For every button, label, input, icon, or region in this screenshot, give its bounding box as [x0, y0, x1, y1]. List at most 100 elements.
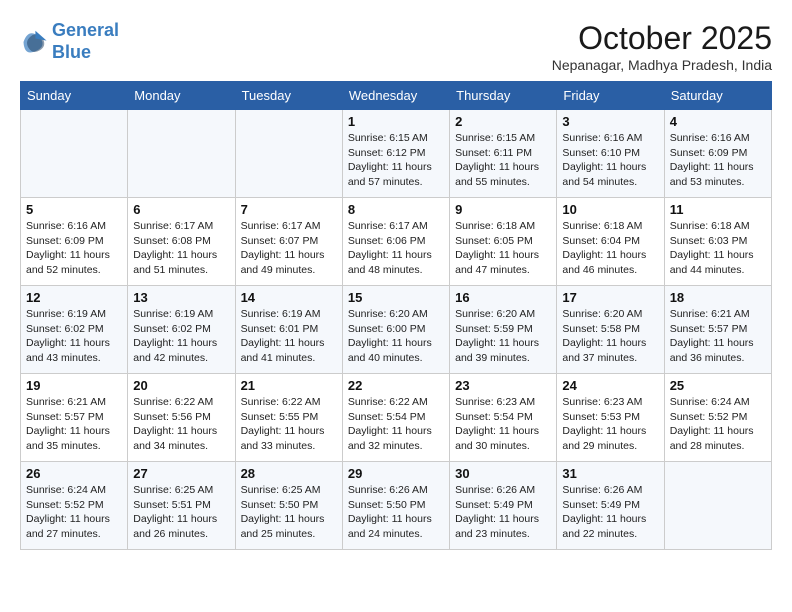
day-number: 1 [348, 114, 444, 129]
day-number: 4 [670, 114, 766, 129]
day-detail: Sunrise: 6:20 AM Sunset: 5:58 PM Dayligh… [562, 307, 658, 366]
day-cell: 27 Sunrise: 6:25 AM Sunset: 5:51 PM Dayli… [128, 462, 235, 550]
day-detail: Sunrise: 6:24 AM Sunset: 5:52 PM Dayligh… [26, 483, 122, 542]
column-header-friday: Friday [557, 82, 664, 110]
day-cell: 11 Sunrise: 6:18 AM Sunset: 6:03 PM Dayli… [664, 198, 771, 286]
day-number: 26 [26, 466, 122, 481]
day-detail: Sunrise: 6:17 AM Sunset: 6:06 PM Dayligh… [348, 219, 444, 278]
day-detail: Sunrise: 6:15 AM Sunset: 6:12 PM Dayligh… [348, 131, 444, 190]
week-row-3: 12Sunrise: 6:19 AM Sunset: 6:02 PM Dayli… [21, 286, 772, 374]
day-detail: Sunrise: 6:26 AM Sunset: 5:50 PM Dayligh… [348, 483, 444, 542]
day-cell: 28 Sunrise: 6:25 AM Sunset: 5:50 PM Dayli… [235, 462, 342, 550]
day-number: 16 [455, 290, 551, 305]
day-detail: Sunrise: 6:17 AM Sunset: 6:07 PM Dayligh… [241, 219, 337, 278]
day-cell: 16 Sunrise: 6:20 AM Sunset: 5:59 PM Dayli… [450, 286, 557, 374]
day-cell: 6Sunrise: 6:17 AM Sunset: 6:08 PM Daylig… [128, 198, 235, 286]
day-number: 21 [241, 378, 337, 393]
day-cell: 2 Sunrise: 6:15 AM Sunset: 6:11 PM Daylig… [450, 110, 557, 198]
day-cell: 12Sunrise: 6:19 AM Sunset: 6:02 PM Dayli… [21, 286, 128, 374]
day-detail: Sunrise: 6:22 AM Sunset: 5:54 PM Dayligh… [348, 395, 444, 454]
day-cell: 15Sunrise: 6:20 AM Sunset: 6:00 PM Dayli… [342, 286, 449, 374]
day-number: 29 [348, 466, 444, 481]
day-detail: Sunrise: 6:23 AM Sunset: 5:54 PM Dayligh… [455, 395, 551, 454]
calendar-body: 1 Sunrise: 6:15 AM Sunset: 6:12 PM Daylig… [21, 110, 772, 550]
day-detail: Sunrise: 6:18 AM Sunset: 6:05 PM Dayligh… [455, 219, 551, 278]
day-number: 28 [241, 466, 337, 481]
day-number: 19 [26, 378, 122, 393]
logo-general: General [52, 20, 119, 40]
page: General Blue October 2025 Nepanagar, Mad… [0, 0, 792, 560]
day-cell: 17 Sunrise: 6:20 AM Sunset: 5:58 PM Dayli… [557, 286, 664, 374]
day-detail: Sunrise: 6:19 AM Sunset: 6:02 PM Dayligh… [133, 307, 229, 366]
day-number: 11 [670, 202, 766, 217]
day-cell: 14Sunrise: 6:19 AM Sunset: 6:01 PM Dayli… [235, 286, 342, 374]
day-detail: Sunrise: 6:19 AM Sunset: 6:01 PM Dayligh… [241, 307, 337, 366]
calendar-header: SundayMondayTuesdayWednesdayThursdayFrid… [21, 82, 772, 110]
day-cell: 7 Sunrise: 6:17 AM Sunset: 6:07 PM Daylig… [235, 198, 342, 286]
day-number: 5 [26, 202, 122, 217]
day-cell: 19 Sunrise: 6:21 AM Sunset: 5:57 PM Dayli… [21, 374, 128, 462]
day-number: 20 [133, 378, 229, 393]
logo-icon [20, 28, 48, 56]
day-number: 18 [670, 290, 766, 305]
day-number: 2 [455, 114, 551, 129]
day-detail: Sunrise: 6:21 AM Sunset: 5:57 PM Dayligh… [26, 395, 122, 454]
day-number: 22 [348, 378, 444, 393]
logo-blue: Blue [52, 42, 91, 62]
day-cell: 31 Sunrise: 6:26 AM Sunset: 5:49 PM Dayli… [557, 462, 664, 550]
day-cell: 3Sunrise: 6:16 AM Sunset: 6:10 PM Daylig… [557, 110, 664, 198]
day-detail: Sunrise: 6:25 AM Sunset: 5:50 PM Dayligh… [241, 483, 337, 542]
day-number: 7 [241, 202, 337, 217]
calendar-table: SundayMondayTuesdayWednesdayThursdayFrid… [20, 81, 772, 550]
day-number: 13 [133, 290, 229, 305]
day-cell: 26 Sunrise: 6:24 AM Sunset: 5:52 PM Dayli… [21, 462, 128, 550]
day-detail: Sunrise: 6:24 AM Sunset: 5:52 PM Dayligh… [670, 395, 766, 454]
day-cell: 24Sunrise: 6:23 AM Sunset: 5:53 PM Dayli… [557, 374, 664, 462]
day-cell: 20Sunrise: 6:22 AM Sunset: 5:56 PM Dayli… [128, 374, 235, 462]
day-cell: 22 Sunrise: 6:22 AM Sunset: 5:54 PM Dayli… [342, 374, 449, 462]
day-cell [128, 110, 235, 198]
column-header-saturday: Saturday [664, 82, 771, 110]
day-cell [235, 110, 342, 198]
header-row: SundayMondayTuesdayWednesdayThursdayFrid… [21, 82, 772, 110]
day-detail: Sunrise: 6:19 AM Sunset: 6:02 PM Dayligh… [26, 307, 122, 366]
day-detail: Sunrise: 6:25 AM Sunset: 5:51 PM Dayligh… [133, 483, 229, 542]
day-number: 23 [455, 378, 551, 393]
day-detail: Sunrise: 6:21 AM Sunset: 5:57 PM Dayligh… [670, 307, 766, 366]
column-header-sunday: Sunday [21, 82, 128, 110]
day-number: 15 [348, 290, 444, 305]
day-detail: Sunrise: 6:26 AM Sunset: 5:49 PM Dayligh… [455, 483, 551, 542]
day-detail: Sunrise: 6:18 AM Sunset: 6:04 PM Dayligh… [562, 219, 658, 278]
column-header-tuesday: Tuesday [235, 82, 342, 110]
day-detail: Sunrise: 6:18 AM Sunset: 6:03 PM Dayligh… [670, 219, 766, 278]
day-detail: Sunrise: 6:26 AM Sunset: 5:49 PM Dayligh… [562, 483, 658, 542]
day-detail: Sunrise: 6:16 AM Sunset: 6:10 PM Dayligh… [562, 131, 658, 190]
day-detail: Sunrise: 6:16 AM Sunset: 6:09 PM Dayligh… [670, 131, 766, 190]
day-number: 6 [133, 202, 229, 217]
day-cell: 10Sunrise: 6:18 AM Sunset: 6:04 PM Dayli… [557, 198, 664, 286]
day-cell: 21 Sunrise: 6:22 AM Sunset: 5:55 PM Dayli… [235, 374, 342, 462]
day-detail: Sunrise: 6:20 AM Sunset: 5:59 PM Dayligh… [455, 307, 551, 366]
day-number: 27 [133, 466, 229, 481]
day-number: 31 [562, 466, 658, 481]
week-row-4: 19 Sunrise: 6:21 AM Sunset: 5:57 PM Dayli… [21, 374, 772, 462]
day-cell: 5Sunrise: 6:16 AM Sunset: 6:09 PM Daylig… [21, 198, 128, 286]
location-subtitle: Nepanagar, Madhya Pradesh, India [552, 57, 772, 73]
column-header-wednesday: Wednesday [342, 82, 449, 110]
week-row-5: 26 Sunrise: 6:24 AM Sunset: 5:52 PM Dayli… [21, 462, 772, 550]
day-cell: 13 Sunrise: 6:19 AM Sunset: 6:02 PM Dayli… [128, 286, 235, 374]
day-detail: Sunrise: 6:15 AM Sunset: 6:11 PM Dayligh… [455, 131, 551, 190]
day-cell: 30 Sunrise: 6:26 AM Sunset: 5:49 PM Dayli… [450, 462, 557, 550]
day-cell: 9Sunrise: 6:18 AM Sunset: 6:05 PM Daylig… [450, 198, 557, 286]
day-cell: 1 Sunrise: 6:15 AM Sunset: 6:12 PM Daylig… [342, 110, 449, 198]
day-cell: 23 Sunrise: 6:23 AM Sunset: 5:54 PM Dayli… [450, 374, 557, 462]
day-number: 17 [562, 290, 658, 305]
day-detail: Sunrise: 6:22 AM Sunset: 5:55 PM Dayligh… [241, 395, 337, 454]
day-number: 25 [670, 378, 766, 393]
day-detail: Sunrise: 6:23 AM Sunset: 5:53 PM Dayligh… [562, 395, 658, 454]
day-cell: 4 Sunrise: 6:16 AM Sunset: 6:09 PM Daylig… [664, 110, 771, 198]
day-cell: 25 Sunrise: 6:24 AM Sunset: 5:52 PM Dayli… [664, 374, 771, 462]
logo: General Blue [20, 20, 119, 63]
day-number: 30 [455, 466, 551, 481]
column-header-monday: Monday [128, 82, 235, 110]
